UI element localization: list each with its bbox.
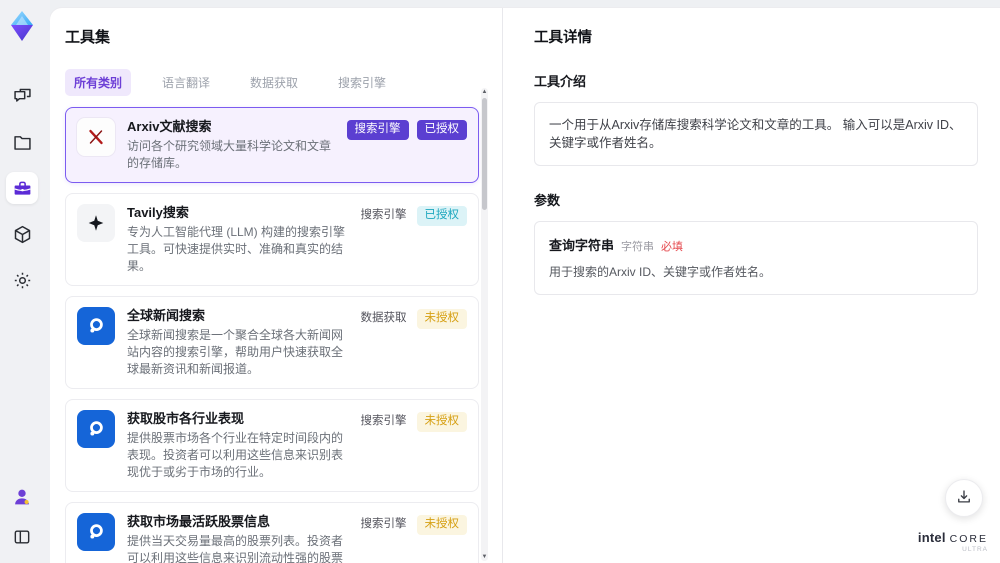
brand-sub-text: ultra: [962, 546, 988, 553]
category-badge: 数据获取: [360, 312, 407, 324]
tool-card[interactable]: 获取市场最活跃股票信息提供当天交易量最高的股票列表。投资者可以利用这些信息来识别…: [65, 502, 479, 563]
sidebar-nav: [0, 80, 44, 296]
intel-core-badge: intel core ultra: [918, 530, 988, 553]
tool-text: Arxiv文献搜索访问各个研究领域大量科学论文和文章的存储库。: [127, 118, 347, 172]
param-name: 查询字符串: [549, 238, 615, 253]
auth-status-badge: 未授权: [416, 309, 467, 329]
sidebar-item-settings[interactable]: [6, 264, 38, 296]
tool-text: 全球新闻搜索全球新闻搜索是一个聚合全球各大新闻网站内容的搜索引擎，帮助用户快速获…: [127, 307, 359, 378]
tool-card[interactable]: 获取股市各行业表现提供股票市场各个行业在特定时间段内的表现。投资者可以利用这些信…: [65, 399, 479, 492]
tool-name: Tavily搜索: [127, 205, 189, 220]
tool-text: 获取市场最活跃股票信息提供当天交易量最高的股票列表。投资者可以利用这些信息来识别…: [127, 513, 359, 563]
param-type: 字符串: [621, 241, 655, 253]
app-sidebar: [0, 0, 50, 563]
tool-details-panel: 工具详情 工具介绍 一个用于从Arxiv存储库搜索科学论文和文章的工具。 输入可…: [518, 8, 1000, 563]
tool-list: Arxiv文献搜索 访问各个研究领域大量科学论文和文章的存储库。 搜索引擎 已授权 Ta…: [65, 107, 479, 563]
sidebar-item-chat[interactable]: [6, 80, 38, 112]
settings-icon: [12, 270, 33, 291]
auth-status-badge: 已授权: [416, 206, 467, 226]
chat-icon: [12, 86, 33, 107]
collapse-panel-icon[interactable]: [6, 521, 38, 553]
tool-name: 全球新闻搜索: [127, 308, 206, 323]
details-title: 工具详情: [534, 30, 592, 46]
news-icon: [77, 307, 115, 345]
intro-card: 一个用于从Arxiv存储库搜索科学论文和文章的工具。 输入可以是Arxiv ID…: [534, 102, 978, 166]
auth-status-badge: 未授权: [416, 412, 467, 432]
download-button[interactable]: [945, 479, 983, 517]
news-icon: [77, 410, 115, 448]
tool-name: 获取市场最活跃股票信息: [127, 514, 271, 529]
category-tabs: 所有类别 语言翻译 数据获取 搜索引擎: [65, 69, 487, 96]
main-content: 工具集 所有类别 语言翻译 数据获取 搜索引擎 Arxiv文献搜索 访问各个研究领域大量…: [50, 8, 1000, 563]
tool-desc: 全球新闻搜索是一个聚合全球各大新闻网站内容的搜索引擎，帮助用户快速获取全球最新资…: [127, 328, 344, 376]
tab-3[interactable]: 搜索引擎: [329, 69, 395, 96]
param-card: 查询字符串 字符串 必填 用于搜索的Arxiv ID、关键字或作者姓名。: [534, 221, 978, 295]
tool-desc: 专为人工智能代理 (LLM) 构建的搜索引擎工具。可快速提供实时、准确和真实的结…: [127, 225, 346, 273]
tool-card[interactable]: Tavily搜索专为人工智能代理 (LLM) 构建的搜索引擎工具。可快速提供实时…: [65, 193, 479, 286]
user-avatar[interactable]: [6, 481, 38, 513]
tool-desc: 访问各个研究领域大量科学论文和文章的存储库。: [127, 139, 332, 170]
tool-badges: 搜索引擎 已授权: [346, 118, 467, 140]
tool-desc: 提供当天交易量最高的股票列表。投资者可以利用这些信息来识别流动性强的股票和潜在的…: [127, 534, 344, 563]
panel-divider: [502, 8, 503, 563]
param-desc: 用于搜索的Arxiv ID、关键字或作者姓名。: [549, 265, 772, 279]
tool-text: Tavily搜索专为人工智能代理 (LLM) 构建的搜索引擎工具。可快速提供实时…: [127, 204, 359, 275]
sidebar-item-cube[interactable]: [6, 218, 38, 250]
cube-icon: [12, 224, 33, 245]
tool-badges: 数据获取 未授权: [359, 307, 467, 329]
page-title: 工具集: [65, 29, 111, 46]
scrollbar-thumb[interactable]: [482, 98, 487, 210]
sidebar-item-folder[interactable]: [6, 126, 38, 158]
arxiv-icon: [77, 118, 115, 156]
tool-badges: 搜索引擎 未授权: [359, 410, 467, 432]
intro-heading: 工具介绍: [534, 74, 587, 89]
tool-card[interactable]: 全球新闻搜索全球新闻搜索是一个聚合全球各大新闻网站内容的搜索引擎，帮助用户快速获…: [65, 296, 479, 389]
tab-1[interactable]: 语言翻译: [153, 69, 219, 96]
param-required-badge: 必填: [661, 241, 684, 253]
tool-badges: 搜索引擎 已授权: [359, 204, 467, 226]
news-icon: [77, 513, 115, 551]
category-badge: 搜索引擎: [360, 415, 407, 427]
category-badge: 搜索引擎: [360, 209, 407, 221]
category-badge: 搜索引擎: [346, 120, 409, 140]
sidebar-bottom: [0, 481, 44, 553]
scroll-up-icon[interactable]: ▲: [481, 88, 488, 96]
download-icon: [955, 488, 973, 509]
auth-status-badge: 已授权: [416, 120, 467, 140]
tool-card[interactable]: Arxiv文献搜索访问各个研究领域大量科学论文和文章的存储库。 搜索引擎 已授权: [65, 107, 479, 183]
app-logo-icon[interactable]: [7, 10, 37, 42]
tool-name: 获取股市各行业表现: [127, 411, 245, 426]
brand-core-text: core: [949, 533, 988, 545]
params-heading: 参数: [534, 193, 561, 208]
auth-status-badge: 未授权: [416, 515, 467, 535]
tools-panel: 工具集 所有类别 语言翻译 数据获取 搜索引擎 Arxiv文献搜索 访问各个研究领域大量…: [50, 8, 502, 563]
brand-intel-text: intel: [917, 530, 946, 545]
tool-text: 获取股市各行业表现提供股票市场各个行业在特定时间段内的表现。投资者可以利用这些信…: [127, 410, 359, 481]
tool-badges: 搜索引擎 未授权: [359, 513, 467, 535]
tool-desc: 提供股票市场各个行业在特定时间段内的表现。投资者可以利用这些信息来识别表现优于或…: [127, 431, 344, 479]
tab-0[interactable]: 所有类别: [65, 69, 132, 96]
intro-text: 一个用于从Arxiv存储库搜索科学论文和文章的工具。 输入可以是Arxiv ID…: [549, 118, 962, 150]
tavily-icon: [77, 204, 115, 242]
sidebar-item-toolbox[interactable]: [6, 172, 38, 204]
tool-name: Arxiv文献搜索: [127, 119, 212, 134]
category-badge: 搜索引擎: [360, 518, 407, 530]
toolbox-icon: [12, 178, 33, 199]
folder-icon: [12, 132, 33, 153]
tab-2[interactable]: 数据获取: [241, 69, 307, 96]
scroll-down-icon[interactable]: ▼: [481, 553, 488, 561]
list-scrollbar[interactable]: ▲ ▼: [481, 88, 488, 561]
